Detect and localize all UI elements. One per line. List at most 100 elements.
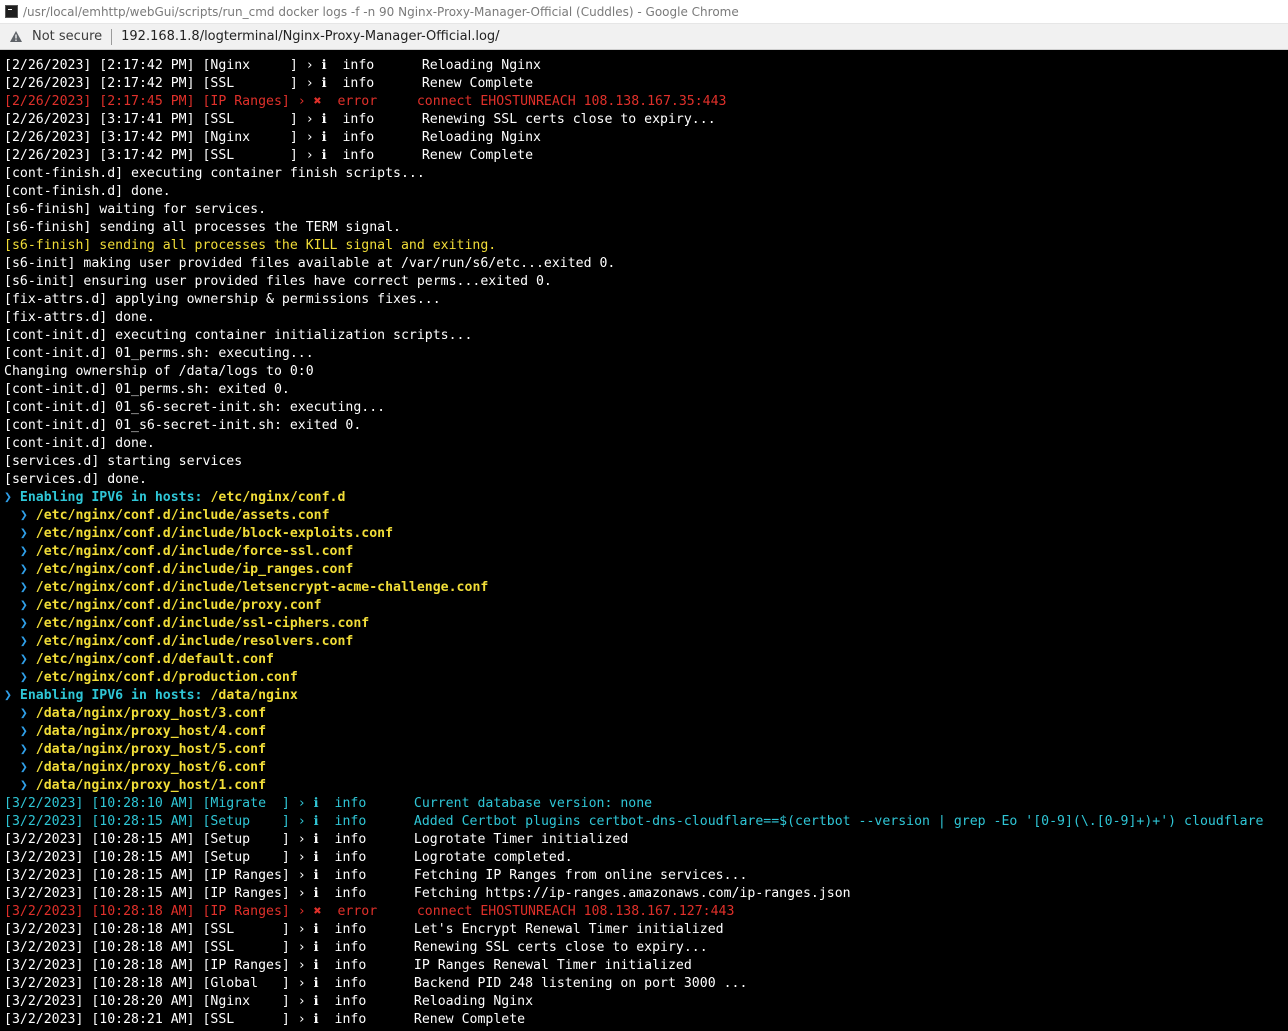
log-text: [s6-init] making user provided files ava… bbox=[4, 256, 616, 271]
log-text: [3/2/2023] [10:28:15 AM] [Setup ] › ℹ in… bbox=[4, 814, 1264, 829]
address-separator bbox=[111, 28, 113, 45]
log-text: [cont-init.d] 01_perms.sh: executing... bbox=[4, 346, 314, 361]
log-text: /data/nginx/proxy_host/6.conf bbox=[35, 760, 267, 775]
log-line: [s6-init] making user provided files ava… bbox=[4, 255, 615, 273]
chevron-icon: ❯ bbox=[4, 526, 36, 541]
log-line: [3/2/2023] [10:28:21 AM] [SSL ] › ℹ info… bbox=[4, 1011, 525, 1029]
log-line: [3/2/2023] [10:28:15 AM] [Setup ] › ℹ in… bbox=[4, 849, 573, 867]
warning-icon[interactable] bbox=[8, 30, 24, 44]
log-text: [fix-attrs.d] done. bbox=[4, 310, 155, 325]
log-text: [3/2/2023] [10:28:18 AM] [IP Ranges] › ℹ… bbox=[4, 958, 692, 973]
log-text: [cont-init.d] 01_perms.sh: exited 0. bbox=[4, 382, 290, 397]
log-text: [s6-finish] sending all processes the KI… bbox=[4, 238, 497, 253]
chevron-icon: ❯ bbox=[4, 544, 36, 559]
log-text: [2/26/2023] [3:17:42 PM] [Nginx ] › ℹ in… bbox=[4, 130, 541, 145]
log-text: [3/2/2023] [10:28:18 AM] [SSL ] › ℹ info… bbox=[4, 940, 708, 955]
log-line: ❯ /etc/nginx/conf.d/include/block-exploi… bbox=[4, 525, 393, 543]
log-text: /data/nginx/proxy_host/4.conf bbox=[35, 724, 267, 739]
log-text: [cont-init.d] executing container initia… bbox=[4, 328, 473, 343]
log-line: [2/26/2023] [3:17:42 PM] [Nginx ] › ℹ in… bbox=[4, 129, 541, 147]
window-titlebar: /usr/local/emhttp/webGui/scripts/run_cmd… bbox=[0, 0, 1288, 24]
log-text: /etc/nginx/conf.d bbox=[210, 490, 346, 505]
log-text: /data/nginx/proxy_host/1.conf bbox=[35, 778, 267, 793]
url-text[interactable]: 192.168.1.8/logterminal/Nginx-Proxy-Mana… bbox=[121, 29, 499, 44]
log-line: [3/2/2023] [10:28:18 AM] [IP Ranges] › ℹ… bbox=[4, 957, 692, 975]
log-line: [2/26/2023] [3:17:41 PM] [SSL ] › ℹ info… bbox=[4, 111, 716, 129]
chevron-icon: ❯ bbox=[4, 670, 36, 685]
log-line: ❯ /data/nginx/proxy_host/4.conf bbox=[4, 723, 266, 741]
log-line: [fix-attrs.d] applying ownership & permi… bbox=[4, 291, 441, 309]
log-line: [2/26/2023] [2:17:42 PM] [Nginx ] › ℹ in… bbox=[4, 57, 541, 75]
address-bar[interactable]: Not secure 192.168.1.8/logterminal/Nginx… bbox=[0, 24, 1288, 50]
log-text: Enabling IPV6 in hosts: bbox=[19, 688, 211, 703]
security-label[interactable]: Not secure bbox=[32, 29, 102, 44]
log-text: [cont-init.d] 01_s6-secret-init.sh: exit… bbox=[4, 418, 362, 433]
chevron-icon: ❯ bbox=[4, 598, 36, 613]
log-text: [2/26/2023] [3:17:41 PM] [SSL ] › ℹ info… bbox=[4, 112, 716, 127]
log-text: [cont-finish.d] done. bbox=[4, 184, 171, 199]
log-line: [3/2/2023] [10:28:15 AM] [IP Ranges] › ℹ… bbox=[4, 867, 747, 885]
log-line: [services.d] starting services bbox=[4, 453, 242, 471]
log-text: [services.d] done. bbox=[4, 472, 147, 487]
chevron-icon: ❯ bbox=[4, 652, 36, 667]
log-line: [3/2/2023] [10:28:20 AM] [Nginx ] › ℹ in… bbox=[4, 993, 533, 1011]
log-line: ❯ /data/nginx/proxy_host/5.conf bbox=[4, 741, 266, 759]
log-line: [3/2/2023] [10:28:10 AM] [Migrate ] › ℹ … bbox=[4, 795, 652, 813]
log-line: ❯ /etc/nginx/conf.d/production.conf bbox=[4, 669, 298, 687]
chevron-icon: ❯ bbox=[4, 688, 20, 703]
log-terminal[interactable]: [2/26/2023] [2:17:42 PM] [Nginx ] › ℹ in… bbox=[0, 56, 1288, 1031]
log-text: /etc/nginx/conf.d/production.conf bbox=[35, 670, 298, 685]
log-line: ❯ Enabling IPV6 in hosts: /data/nginx bbox=[4, 687, 298, 705]
log-line: [3/2/2023] [10:28:18 AM] [Global ] › ℹ i… bbox=[4, 975, 747, 993]
log-line: ❯ /etc/nginx/conf.d/include/force-ssl.co… bbox=[4, 543, 353, 561]
log-text: /etc/nginx/conf.d/include/resolvers.conf bbox=[35, 634, 354, 649]
chevron-icon: ❯ bbox=[4, 634, 36, 649]
log-text: [3/2/2023] [10:28:15 AM] [Setup ] › ℹ in… bbox=[4, 832, 629, 847]
log-text: [s6-finish] waiting for services. bbox=[4, 202, 267, 217]
log-line: ❯ /data/nginx/proxy_host/6.conf bbox=[4, 759, 266, 777]
chevron-icon: ❯ bbox=[4, 760, 36, 775]
log-line: [s6-finish] waiting for services. bbox=[4, 201, 266, 219]
log-line: [cont-init.d] 01_s6-secret-init.sh: exit… bbox=[4, 417, 361, 435]
log-text: [3/2/2023] [10:28:18 AM] [Global ] › ℹ i… bbox=[4, 976, 748, 991]
log-text: [s6-init] ensuring user provided files h… bbox=[4, 274, 552, 289]
log-text: [3/2/2023] [10:28:20 AM] [Nginx ] › ℹ in… bbox=[4, 994, 534, 1009]
log-line: [cont-init.d] 01_perms.sh: exited 0. bbox=[4, 381, 290, 399]
log-text: /data/nginx/proxy_host/3.conf bbox=[35, 706, 267, 721]
log-line: [s6-finish] sending all processes the KI… bbox=[4, 237, 496, 255]
log-line: [cont-init.d] 01_perms.sh: executing... bbox=[4, 345, 314, 363]
log-line: [fix-attrs.d] done. bbox=[4, 309, 155, 327]
log-line: [3/2/2023] [10:28:15 AM] [IP Ranges] › ℹ… bbox=[4, 885, 851, 903]
log-line: Changing ownership of /data/logs to 0:0 bbox=[4, 363, 314, 381]
log-text: [cont-init.d] done. bbox=[4, 436, 155, 451]
log-text: /etc/nginx/conf.d/include/block-exploits… bbox=[35, 526, 394, 541]
log-line: ❯ /etc/nginx/conf.d/include/resolvers.co… bbox=[4, 633, 353, 651]
log-text: [3/2/2023] [10:28:18 AM] [SSL ] › ℹ info… bbox=[4, 922, 724, 937]
terminal-app-icon bbox=[5, 5, 18, 18]
log-line: ❯ /etc/nginx/conf.d/include/ssl-ciphers.… bbox=[4, 615, 369, 633]
log-line: [cont-finish.d] executing container fini… bbox=[4, 165, 425, 183]
log-line: [services.d] done. bbox=[4, 471, 147, 489]
log-text: Enabling IPV6 in hosts: bbox=[19, 490, 211, 505]
log-text: /data/nginx bbox=[210, 688, 298, 703]
log-text: [2/26/2023] [2:17:42 PM] [SSL ] › ℹ info… bbox=[4, 76, 534, 91]
log-line: ❯ /etc/nginx/conf.d/include/assets.conf bbox=[4, 507, 330, 525]
log-text: [cont-finish.d] executing container fini… bbox=[4, 166, 425, 181]
log-text: [3/2/2023] [10:28:10 AM] [Migrate ] › ℹ … bbox=[4, 796, 653, 811]
chevron-icon: ❯ bbox=[4, 580, 36, 595]
log-text: /etc/nginx/conf.d/include/proxy.conf bbox=[35, 598, 322, 613]
log-line: [s6-finish] sending all processes the TE… bbox=[4, 219, 401, 237]
log-line: [3/2/2023] [10:28:18 AM] [SSL ] › ℹ info… bbox=[4, 921, 724, 939]
chevron-icon: ❯ bbox=[4, 616, 36, 631]
log-text: [3/2/2023] [10:28:18 AM] [IP Ranges] › ✖… bbox=[4, 904, 735, 919]
log-text: /etc/nginx/conf.d/default.conf bbox=[35, 652, 274, 667]
log-line: [cont-finish.d] done. bbox=[4, 183, 171, 201]
log-line: ❯ /etc/nginx/conf.d/include/ip_ranges.co… bbox=[4, 561, 353, 579]
chevron-icon: ❯ bbox=[4, 778, 36, 793]
log-line: [s6-init] ensuring user provided files h… bbox=[4, 273, 552, 291]
log-line: ❯ /etc/nginx/conf.d/default.conf bbox=[4, 651, 274, 669]
log-text: /etc/nginx/conf.d/include/assets.conf bbox=[35, 508, 330, 523]
log-line: [3/2/2023] [10:28:15 AM] [Setup ] › ℹ in… bbox=[4, 813, 1263, 831]
log-line: [2/26/2023] [2:17:45 PM] [IP Ranges] › ✖… bbox=[4, 93, 727, 111]
chevron-icon: ❯ bbox=[4, 724, 36, 739]
